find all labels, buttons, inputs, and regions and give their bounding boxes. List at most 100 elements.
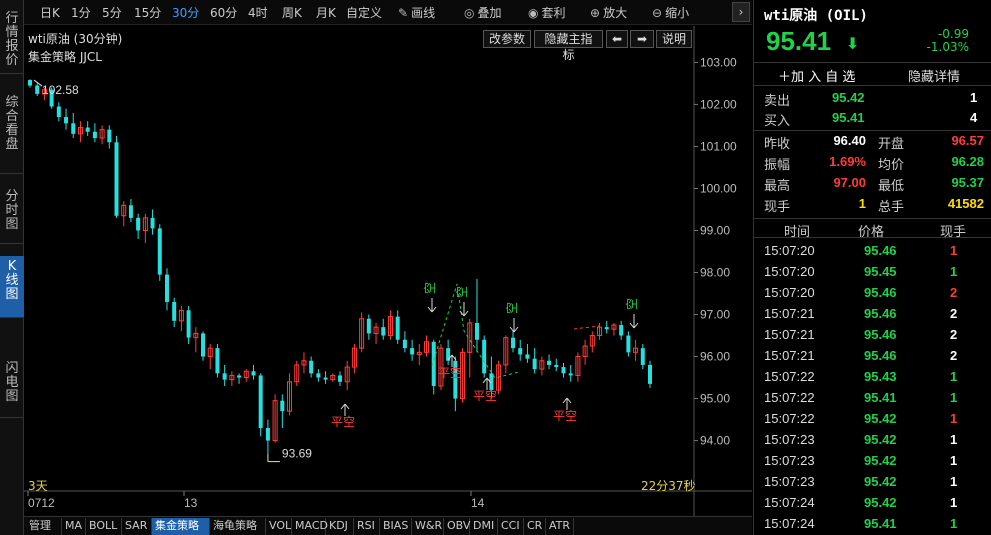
side-tab-0[interactable]: 行情报价 [0, 8, 24, 74]
candle-body [640, 348, 645, 365]
tool-套利[interactable]: ◉ 套利 [528, 4, 566, 21]
tick-price: 95.42 [864, 432, 897, 447]
tick-row: 15:07:20 95.45 1 [754, 261, 991, 282]
chart-canvas[interactable]: 103.00 102.00 101.00 100.00 99.00 98.00 97.00 9… [24, 26, 752, 516]
strategy-label: 集金策略 JJCL [28, 50, 102, 64]
days-label: 3天 [28, 479, 48, 493]
signal-label: 平空 [438, 366, 462, 380]
tick-qty: 1 [950, 390, 958, 405]
signal-label: 平空 [473, 389, 497, 403]
tick-qty: 1 [950, 516, 958, 531]
kline-chart[interactable]: 103.00 102.00 101.00 100.00 99.00 98.00 97.00 9… [24, 26, 752, 516]
candle-body [474, 322, 479, 340]
period-7[interactable]: 周K [282, 4, 302, 21]
tick-time: 15:07:24 [764, 495, 815, 510]
hide-main-indicator-button[interactable]: 隐藏主指标 [534, 30, 603, 62]
hide-details-button[interactable]: 隐藏详情 [908, 66, 960, 85]
help-button[interactable]: 说明 [656, 30, 692, 48]
tick-qty: 1 [950, 243, 958, 258]
y-tick-label: 96.00 [700, 350, 730, 364]
candle-body [157, 228, 162, 275]
indicator-tab-5[interactable]: 海龟策略 [210, 518, 266, 535]
indicator-tab-3[interactable]: SAR [122, 518, 152, 535]
side-tab-bar: 行情报价综合看盘分时图 K线图闪电图 [0, 0, 24, 535]
candle-body [150, 217, 155, 229]
tick-time: 15:07:22 [764, 369, 815, 384]
tick-qty: 1 [950, 474, 958, 489]
stats-row: 昨收 96.40 开盘 96.57 [754, 131, 991, 152]
change-params-button[interactable]: 改参数 [483, 30, 531, 48]
tick-price: 95.46 [864, 306, 897, 321]
tick-time: 15:07:21 [764, 348, 815, 363]
indicator-tab-14[interactable]: CCI [498, 518, 524, 535]
indicator-tab-1[interactable]: MA [62, 518, 86, 535]
indicator-tab-11[interactable]: W&R [412, 518, 444, 535]
stat-label: 现手 [764, 200, 791, 215]
indicator-tab-0[interactable]: 管理 [26, 518, 62, 535]
indicator-tab-bar: 管理 MA BOLL SAR 集金策略 海龟策略 VOL MACD KDJ RSI BIAS W&R O… [24, 516, 752, 535]
period-0[interactable]: 日K [40, 4, 60, 21]
side-tab-1[interactable]: 综合看盘 [0, 92, 24, 174]
indicator-tab-2[interactable]: BOLL [86, 518, 122, 535]
candle-body [28, 80, 32, 86]
indicator-tab-7[interactable]: MACD [292, 518, 328, 535]
signal-trend-line [573, 325, 600, 330]
scroll-right-button[interactable]: ➡ [630, 30, 654, 48]
candle-body [395, 316, 400, 340]
tick-price: 95.46 [864, 348, 897, 363]
period-3[interactable]: 15分 [134, 4, 161, 21]
indicator-tab-4[interactable]: 集金策略 [152, 518, 210, 535]
period-8[interactable]: 月K [316, 4, 336, 21]
candle-body [568, 373, 573, 376]
stat-label: 均价 [878, 158, 905, 173]
sell-qty: 1 [970, 90, 978, 105]
candle-body [128, 205, 133, 218]
add-to-watchlist-button[interactable]: ＋加 入 自 选 [778, 66, 855, 85]
period-5[interactable]: 60分 [210, 4, 237, 21]
stat-label: 开盘 [878, 137, 905, 152]
tool-放大[interactable]: ⊕ 放大 [590, 4, 627, 21]
side-tab-4[interactable]: 闪电图 [0, 358, 24, 418]
tick-time: 15:07:22 [764, 390, 815, 405]
tool-缩小[interactable]: ⊖ 缩小 [652, 4, 689, 21]
money-bag-icon: ◉ [528, 6, 539, 20]
candle-body [561, 367, 566, 374]
tick-row: 15:07:24 95.42 1 [754, 492, 991, 513]
indicator-tab-16[interactable]: ATR [546, 518, 574, 535]
price-change-percent: -1.03% [926, 40, 969, 54]
stats-row: 振幅 1.69% 均价 96.28 [754, 152, 991, 173]
side-tab-2[interactable]: 分时图 [0, 186, 24, 244]
candle-body [251, 371, 256, 376]
tick-row: 15:07:20 95.46 2 [754, 282, 991, 303]
indicator-tab-10[interactable]: BIAS [380, 518, 412, 535]
tick-header: 时间 价格 现手 [754, 218, 991, 240]
candle-body [338, 375, 342, 382]
tick-qty: 2 [950, 348, 958, 363]
stat-value: 97.00 [833, 175, 866, 190]
candle-body [258, 375, 263, 428]
tick-price: 95.42 [864, 453, 897, 468]
indicator-tab-15[interactable]: CR [524, 518, 546, 535]
tick-time: 15:07:21 [764, 306, 815, 321]
toolbar-more-button[interactable]: › [732, 2, 750, 22]
tick-price: 95.46 [864, 285, 897, 300]
indicator-tab-6[interactable]: VOL [266, 518, 292, 535]
scroll-left-button[interactable]: ⬅ [606, 30, 628, 48]
indicator-tab-9[interactable]: RSI [354, 518, 380, 535]
period-4[interactable]: 30分 [172, 4, 199, 21]
x-tick-label: 0712 [28, 496, 55, 510]
tick-time: 15:07:20 [764, 264, 815, 279]
tool-叠加[interactable]: ◎ 叠加 [464, 4, 502, 21]
period-6[interactable]: 4时 [248, 4, 268, 21]
candle-body [107, 129, 112, 143]
period-1[interactable]: 1分 [71, 4, 91, 21]
indicator-tab-13[interactable]: DMI [470, 518, 498, 535]
period-2[interactable]: 5分 [102, 4, 122, 21]
indicator-tab-8[interactable]: KDJ [326, 518, 354, 535]
period-9[interactable]: 自定义 [346, 4, 382, 21]
side-tab-3[interactable]: K线图 [0, 256, 24, 318]
indicator-tab-12[interactable]: OBV [444, 518, 470, 535]
tool-画线[interactable]: ✎ 画线 [398, 4, 435, 21]
y-tick-label: 102.00 [700, 97, 737, 111]
tick-time: 15:07:23 [764, 453, 815, 468]
